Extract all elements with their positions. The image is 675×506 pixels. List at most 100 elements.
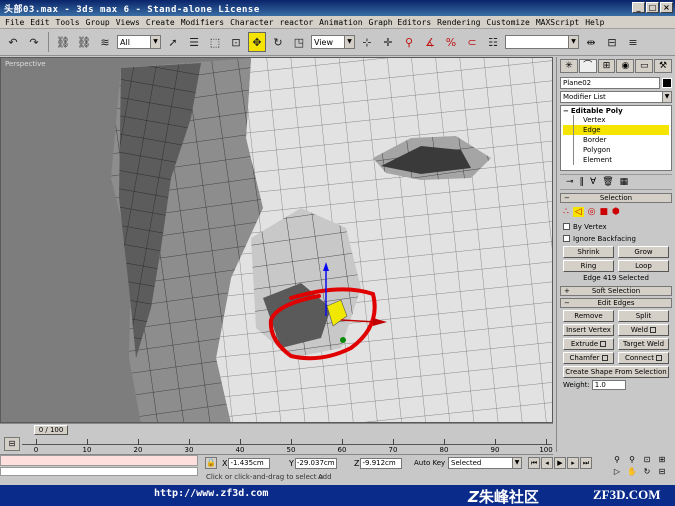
maxscript-output-line[interactable] [0,467,198,476]
zoom-extents-all-icon[interactable]: ⊞ [655,455,669,466]
modify-tab-icon[interactable]: ⌒ [578,59,597,73]
minimize-button[interactable]: _ [632,2,645,13]
y-coordinate-field[interactable]: -29.037cm [294,457,337,469]
stack-sub-border[interactable]: Border [563,135,669,145]
ring-button[interactable]: Ring [563,260,614,272]
use-pivot-center-icon[interactable]: ⊹ [358,32,376,52]
chamfer-button[interactable]: Chamfer [563,352,614,364]
connect-button[interactable]: Connect [618,352,669,364]
object-color-swatch[interactable] [662,78,672,88]
select-and-rotate-icon[interactable]: ↻ [269,32,287,52]
open-mini-curve-editor-icon[interactable]: ⊟ [4,437,20,451]
create-tab-icon[interactable]: ✳ [560,59,578,73]
select-and-link-icon[interactable]: ⛓ [54,32,72,52]
key-filter-dropdown[interactable]: Selected ▼ [448,457,522,469]
select-and-manipulate-icon[interactable]: ✛ [379,32,397,52]
settings-icon[interactable] [601,355,608,361]
field-of-view-icon[interactable]: ▷ [610,467,624,478]
selection-rollout-header[interactable]: − Selection [560,193,672,203]
menu-views[interactable]: Views [113,18,143,27]
menu-file[interactable]: File [2,18,27,27]
menu-reactor[interactable]: reactor [276,18,316,27]
edge-level-icon[interactable]: ◁ [572,207,584,217]
pin-stack-icon[interactable]: ⊸ [566,177,574,187]
align-icon[interactable]: ⊟ [603,32,621,52]
menu-help[interactable]: Help [582,18,607,27]
time-slider[interactable]: 0 / 100 [0,423,553,435]
redo-icon[interactable]: ↷ [25,32,43,52]
reference-coordinate-dropdown[interactable]: View ▼ [311,35,355,49]
rectangular-selection-icon[interactable]: ⬚ [206,32,224,52]
time-slider-thumb[interactable]: 0 / 100 [34,425,68,435]
bind-space-warp-icon[interactable]: ≋ [96,32,114,52]
menu-customize[interactable]: Customize [484,18,533,27]
mirror-icon[interactable]: ⇹ [582,32,600,52]
show-end-result-icon[interactable]: ‖ [580,177,585,187]
menu-edit[interactable]: Edit [27,18,52,27]
menu-tools[interactable]: Tools [53,18,83,27]
timeline-ruler[interactable]: 0 10 20 30 40 50 60 70 80 90 100 [22,435,553,454]
edit-named-selection-icon[interactable]: ☷ [484,32,502,52]
create-shape-button[interactable]: Create Shape From Selection [563,366,669,378]
select-object-icon[interactable]: ➚ [164,32,182,52]
spinner-snap-icon[interactable]: ⊂ [463,32,481,52]
loop-button[interactable]: Loop [618,260,669,272]
element-level-icon[interactable]: ⬢ [612,207,620,217]
maximize-button[interactable]: □ [646,2,659,13]
select-and-move-icon[interactable]: ✥ [248,32,266,52]
x-coordinate-field[interactable]: -1.435cm [228,457,271,469]
utilities-tab-icon[interactable]: ⚒ [654,59,672,73]
settings-icon[interactable] [600,341,607,347]
stack-sub-vertex[interactable]: Vertex [563,115,669,125]
select-and-scale-icon[interactable]: ◳ [290,32,308,52]
edit-edges-rollout-header[interactable]: − Edit Edges [560,298,672,308]
stack-item-editable-poly[interactable]: − Editable Poly [563,107,669,115]
unlink-icon[interactable]: ⛓ [75,32,93,52]
next-frame-icon[interactable]: ▸ [567,457,579,469]
settings-icon[interactable] [655,355,662,361]
menu-graph-editors[interactable]: Graph Editors [366,18,435,27]
hierarchy-tab-icon[interactable]: ⊞ [597,59,616,73]
remove-modifier-icon[interactable]: 🗑 [602,177,613,187]
split-button[interactable]: Split [618,310,669,322]
stack-sub-element[interactable]: Element [563,155,669,165]
window-crossing-icon[interactable]: ⊡ [227,32,245,52]
remove-button[interactable]: Remove [563,310,614,322]
track-bar[interactable]: ⊟ 0 10 20 30 40 50 60 70 80 90 100 [0,435,553,455]
menu-character[interactable]: Character [227,18,276,27]
border-level-icon[interactable]: ◎ [588,207,596,217]
vertex-level-icon[interactable]: ∴ [563,207,569,217]
maximize-viewport-icon[interactable]: ⊟ [655,467,669,478]
settings-icon[interactable] [650,327,657,333]
stack-sub-edge[interactable]: Edge [563,125,669,135]
shrink-button[interactable]: Shrink [563,246,614,258]
make-unique-icon[interactable]: ∀ [590,177,596,187]
menu-modifiers[interactable]: Modifiers [178,18,227,27]
layer-manager-icon[interactable]: ≡ [624,32,642,52]
menu-rendering[interactable]: Rendering [434,18,483,27]
snap-toggle-icon[interactable]: ⚲ [400,32,418,52]
zoom-extents-icon[interactable]: ⊡ [640,455,654,466]
go-to-end-icon[interactable]: ⏭ [580,457,592,469]
zoom-icon[interactable]: ⚲ [610,455,624,466]
collapse-icon[interactable]: − [563,107,569,115]
zoom-all-icon[interactable]: ⚲ [625,455,639,466]
selection-filter-dropdown[interactable]: All ▼ [117,35,161,49]
close-button[interactable]: × [660,2,673,13]
add-time-tag-label[interactable]: Add [318,473,342,483]
configure-modifier-sets-icon[interactable]: ▦ [620,177,629,187]
arc-rotate-icon[interactable]: ↻ [640,467,654,478]
polygon-level-icon[interactable]: ■ [600,207,609,217]
select-by-name-icon[interactable]: ☰ [185,32,203,52]
percent-snap-icon[interactable]: % [442,32,460,52]
target-weld-button[interactable]: Target Weld [618,338,669,350]
pan-icon[interactable]: ✋ [625,467,639,478]
grow-button[interactable]: Grow [618,246,669,258]
weight-field[interactable]: 1.0 [591,380,626,390]
play-icon[interactable]: ▶ [554,457,566,469]
insert-vertex-button[interactable]: Insert Vertex [563,324,614,336]
object-name-field[interactable]: Plane02 [560,77,660,89]
perspective-viewport[interactable]: Perspective [0,57,553,423]
angle-snap-icon[interactable]: ∡ [421,32,439,52]
stack-sub-polygon[interactable]: Polygon [563,145,669,155]
